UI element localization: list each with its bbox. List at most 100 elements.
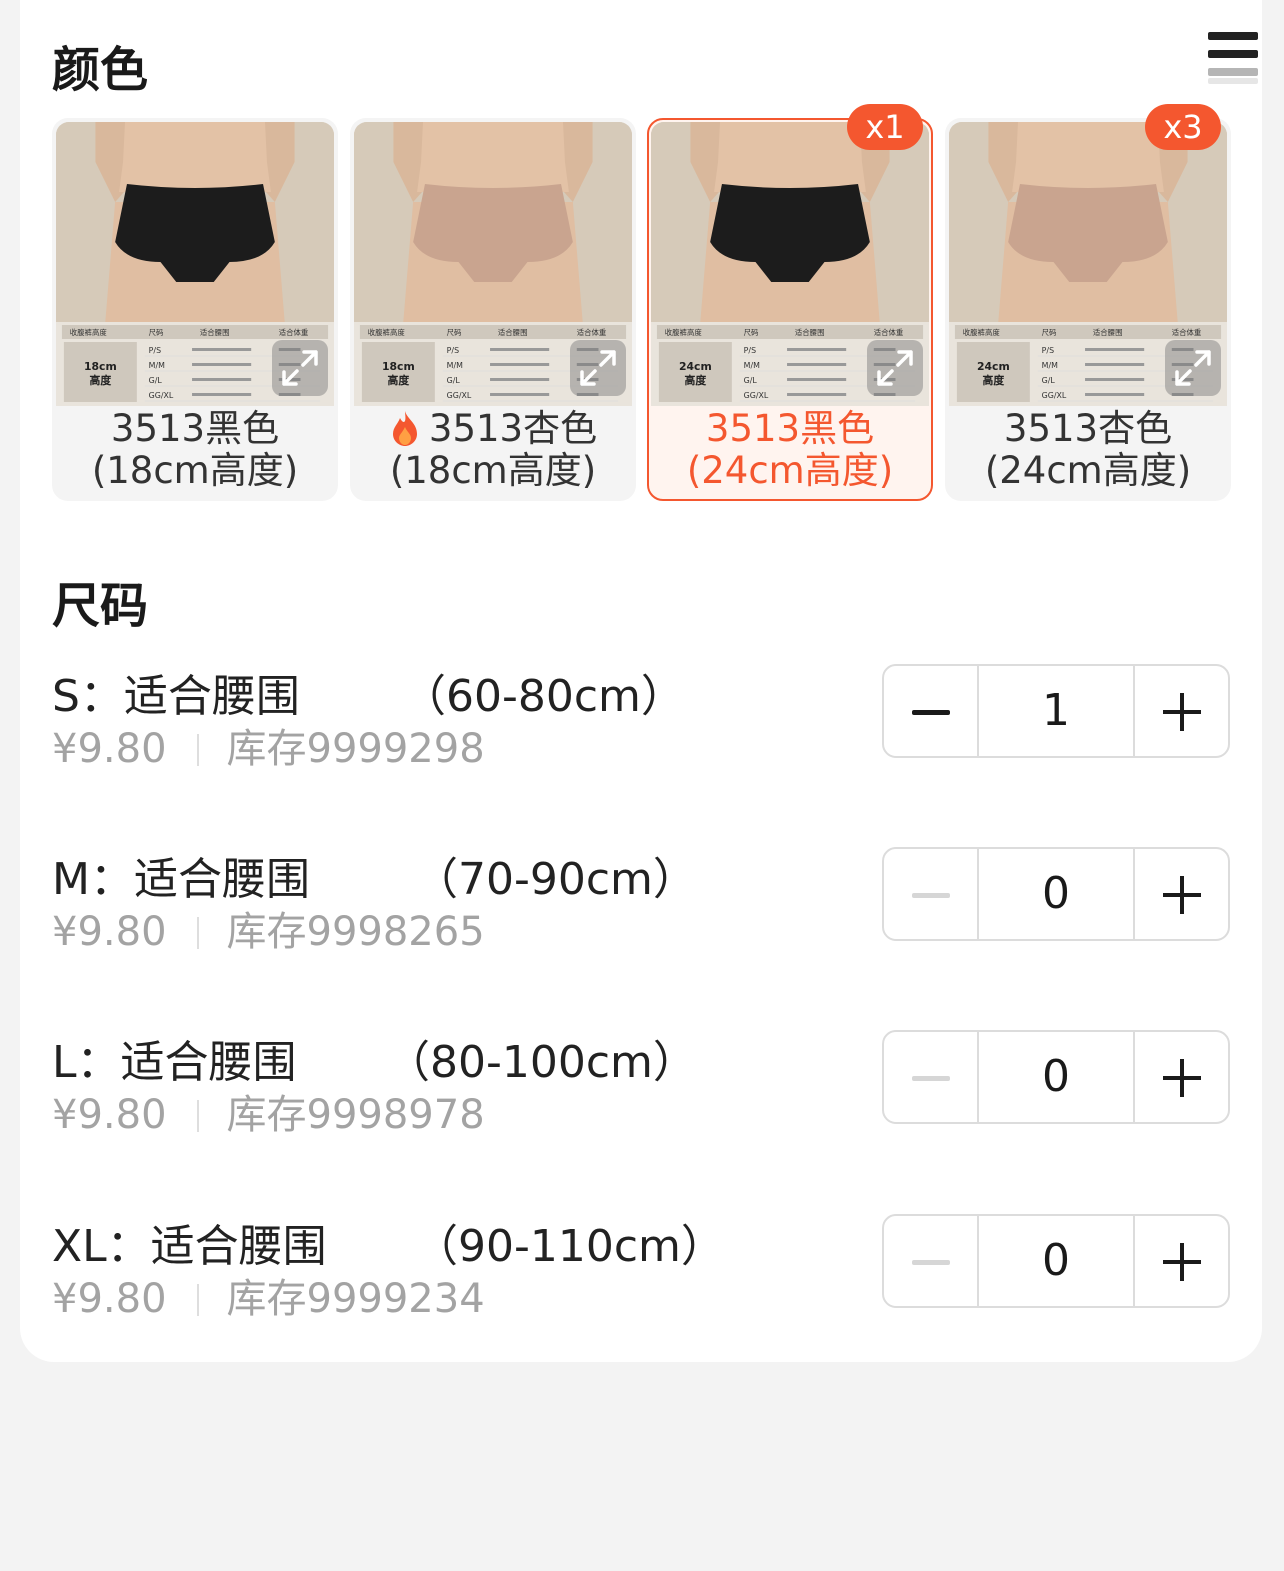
- size-chart-height: 24cm: [977, 360, 1010, 373]
- size-chart-header: 收腹裤高度: [368, 327, 405, 337]
- selected-quantity-badge: x1: [847, 104, 923, 150]
- divider: [196, 734, 199, 766]
- size-option-row: S：适合腰围 （60-80cm） ¥9.80 库存9999298 1: [52, 660, 1232, 790]
- size-waist-range: （60-80cm）: [402, 671, 685, 722]
- expand-image-icon[interactable]: [570, 340, 626, 396]
- size-price-stock: ¥9.80 库存9998978: [52, 1082, 485, 1140]
- size-chart-header: 尺码: [744, 328, 759, 337]
- size-label: S：适合腰围: [52, 671, 300, 722]
- size-waist-range: （80-100cm）: [386, 1037, 697, 1088]
- color-option-label: 3513杏色 (24cm高度): [947, 408, 1229, 492]
- size-section-title: 尺码: [52, 578, 149, 634]
- stock-count: 库存9998978: [226, 1092, 485, 1138]
- size-chart-header: 收腹裤高度: [963, 327, 1000, 337]
- size-chart-size: G/L: [1042, 376, 1056, 385]
- expand-image-icon[interactable]: [1165, 340, 1221, 396]
- minus-icon: [912, 1076, 950, 1081]
- color-section-title: 颜色: [52, 42, 149, 98]
- price: ¥9.80: [52, 1276, 167, 1322]
- size-chart-header: 尺码: [447, 328, 462, 337]
- size-chart-height: 高度: [983, 373, 1005, 387]
- size-chart-size: GG/XL: [149, 391, 174, 400]
- size-chart-header: 收腹裤高度: [70, 327, 107, 337]
- expand-image-icon[interactable]: [272, 340, 328, 396]
- size-label: M：适合腰围: [52, 854, 310, 905]
- size-chart-height: 24cm: [679, 360, 712, 373]
- color-option-height: (18cm高度): [389, 449, 597, 492]
- divider: [196, 1100, 199, 1132]
- quantity-stepper: 0: [882, 1214, 1230, 1308]
- increment-button[interactable]: [1135, 849, 1228, 939]
- size-chart-size: GG/XL: [744, 391, 769, 400]
- quantity-input[interactable]: 0: [977, 1032, 1135, 1122]
- quantity-stepper: 1: [882, 664, 1230, 758]
- size-chart-size: G/L: [149, 376, 163, 385]
- size-chart-size: P/S: [149, 346, 161, 355]
- size-chart-height: 高度: [388, 373, 410, 387]
- size-chart-height: 18cm: [382, 360, 415, 373]
- list-view-toggle-icon[interactable]: [1208, 32, 1258, 84]
- decrement-button[interactable]: [884, 1216, 977, 1306]
- minus-icon: [912, 1260, 950, 1265]
- color-option-name: 3513黑色: [705, 407, 875, 450]
- size-waist-range: （70-90cm）: [414, 854, 697, 905]
- color-option-name: 3513杏色: [1003, 407, 1173, 450]
- minus-icon: [912, 710, 950, 715]
- size-chart-header: 收腹裤高度: [665, 327, 702, 337]
- quantity-stepper: 0: [882, 1030, 1230, 1124]
- size-chart-height: 高度: [90, 373, 112, 387]
- size-chart-header: 适合体重: [279, 327, 309, 337]
- size-chart-size: G/L: [447, 376, 461, 385]
- size-chart-header: 适合腰围: [795, 327, 825, 337]
- size-option-row: M：适合腰围 （70-90cm） ¥9.80 库存9998265 0: [52, 843, 1232, 973]
- increment-button[interactable]: [1135, 666, 1228, 756]
- size-chart-height: 18cm: [84, 360, 117, 373]
- size-chart-size: P/S: [744, 346, 756, 355]
- size-chart-size: GG/XL: [1042, 391, 1067, 400]
- size-chart-header: 尺码: [1042, 328, 1057, 337]
- quantity-input[interactable]: 0: [977, 849, 1135, 939]
- size-chart-size: P/S: [447, 346, 459, 355]
- decrement-button[interactable]: [884, 666, 977, 756]
- increment-button[interactable]: [1135, 1032, 1228, 1122]
- size-label: L：适合腰围: [52, 1037, 297, 1088]
- color-option-1[interactable]: 收腹裤高度 尺码 适合腰围 适合体重 18cm 高度 P/S M/M G/L G…: [52, 118, 338, 501]
- size-chart-header: 适合腰围: [200, 327, 230, 337]
- quantity-input[interactable]: 1: [977, 666, 1135, 756]
- size-option-row: L：适合腰围 （80-100cm） ¥9.80 库存9998978 0: [52, 1026, 1232, 1156]
- increment-button[interactable]: [1135, 1216, 1228, 1306]
- price: ¥9.80: [52, 909, 167, 955]
- divider: [196, 1284, 199, 1316]
- color-option-height: (18cm高度): [91, 449, 299, 492]
- quantity-input[interactable]: 0: [977, 1216, 1135, 1306]
- size-chart-size: GG/XL: [447, 391, 472, 400]
- decrement-button[interactable]: [884, 849, 977, 939]
- color-option-label: 3513黑色 (24cm高度): [649, 408, 931, 492]
- size-chart-size: P/S: [1042, 346, 1054, 355]
- size-waist-range: （90-110cm）: [414, 1221, 725, 1272]
- price: ¥9.80: [52, 726, 167, 772]
- size-chart-height: 高度: [685, 373, 707, 387]
- color-option-height: (24cm高度): [686, 449, 894, 492]
- color-option-2[interactable]: 收腹裤高度 尺码 适合腰围 适合体重 18cm 高度 P/S M/M G/L G…: [350, 118, 636, 501]
- size-chart-header: 适合体重: [874, 327, 904, 337]
- divider: [196, 917, 199, 949]
- size-chart-header: 尺码: [149, 328, 164, 337]
- stock-count: 库存9999298: [226, 726, 485, 772]
- color-option-3[interactable]: 收腹裤高度 尺码 适合腰围 适合体重 24cm 高度 P/S M/M G/L G…: [647, 104, 933, 501]
- quantity-stepper: 0: [882, 847, 1230, 941]
- size-price-stock: ¥9.80 库存9998265: [52, 899, 485, 957]
- color-option-name: 3513黑色: [110, 407, 280, 450]
- size-price-stock: ¥9.80 库存9999234: [52, 1266, 485, 1324]
- size-chart-size: M/M: [149, 361, 165, 370]
- sku-selector-panel: 颜色 收腹裤高度 尺码 适合腰围 适合体重 18cm 高度 P/S M/M G/…: [20, 0, 1262, 1362]
- size-chart-size: M/M: [744, 361, 760, 370]
- size-chart-header: 适合体重: [577, 327, 607, 337]
- stock-count: 库存9998265: [226, 909, 485, 955]
- color-option-4[interactable]: 收腹裤高度 尺码 适合腰围 适合体重 24cm 高度 P/S M/M G/L G…: [945, 104, 1231, 501]
- size-chart-header: 适合体重: [1172, 327, 1202, 337]
- stock-count: 库存9999234: [226, 1276, 485, 1322]
- decrement-button[interactable]: [884, 1032, 977, 1122]
- fire-icon: [392, 411, 417, 446]
- expand-image-icon[interactable]: [867, 340, 923, 396]
